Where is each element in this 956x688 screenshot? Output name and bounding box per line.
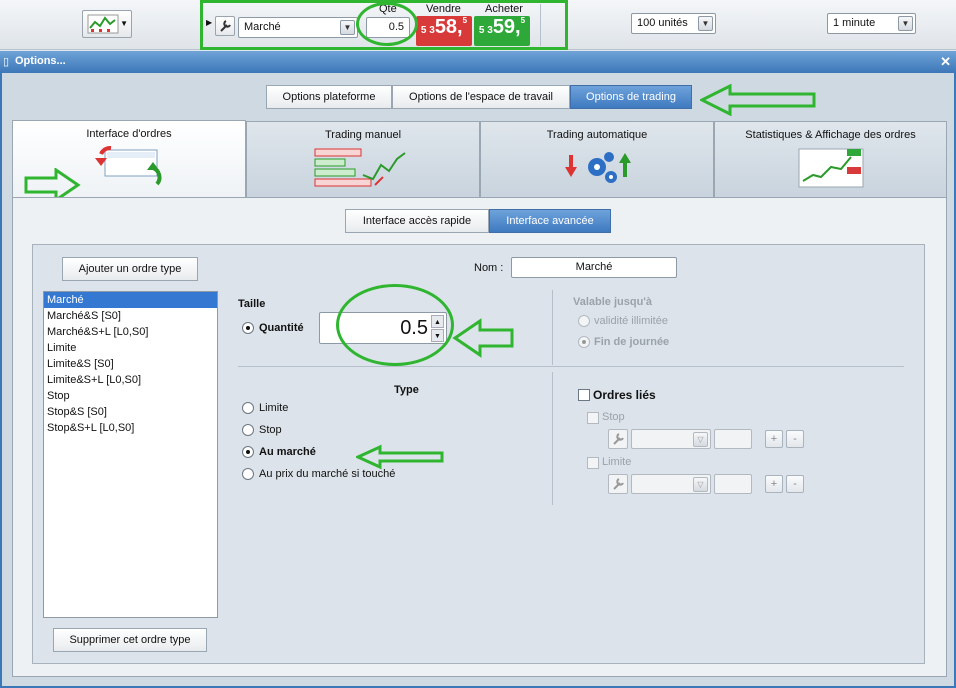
type-limite-radio[interactable] — [242, 402, 254, 414]
gears-icon — [565, 152, 631, 183]
type-stop-label: Stop — [259, 424, 282, 436]
type-au-marche-label: Au marché — [259, 446, 316, 458]
tab-label: Statistiques & Affichage des ordres — [745, 129, 916, 141]
taille-label: Taille — [238, 298, 266, 310]
validite-illimitee-label: validité illimitée — [594, 315, 668, 327]
tab-interface-avancee[interactable]: Interface avancée — [489, 209, 611, 233]
wrench-icon — [613, 478, 624, 490]
tab-interface-acces-rapide[interactable]: Interface accès rapide — [345, 209, 489, 233]
annotation-ellipse — [356, 2, 418, 46]
nom-label: Nom : — [474, 262, 504, 274]
chart-icon — [87, 14, 119, 34]
window-title: Options... — [15, 55, 66, 67]
annotation-ellipse — [336, 284, 454, 366]
stop-wrench-button[interactable] — [608, 429, 628, 449]
tab-label: Interface d'ordres — [86, 128, 172, 140]
units-value: 100 unités — [637, 17, 688, 29]
stop-type-select[interactable]: ▽ — [631, 429, 711, 449]
annotation-arrow — [700, 84, 816, 116]
chevron-down-icon: ▽ — [693, 432, 708, 447]
chart-style-button[interactable]: ▼ — [82, 10, 132, 38]
limite-minus-button[interactable]: - — [786, 475, 804, 493]
valable-label: Valable jusqu'à — [573, 296, 653, 308]
type-au-marche-radio[interactable] — [242, 446, 254, 458]
limite-checkbox[interactable] — [587, 457, 599, 469]
tab-statistiques[interactable]: Statistiques & Affichage des ordres — [714, 121, 947, 199]
window-icon: ▯ — [3, 56, 10, 68]
manual-trading-icon — [314, 148, 406, 187]
window-titlebar: ▯ Options... ✕ — [0, 51, 956, 73]
list-item[interactable]: Stop&S [S0] — [44, 404, 217, 420]
order-interface-icon — [95, 146, 162, 186]
tab-trading-automatique[interactable]: Trading automatique — [480, 121, 714, 199]
annotation-arrow — [356, 444, 444, 470]
limite-type-select[interactable]: ▽ — [631, 474, 711, 494]
fin-journee-label: Fin de journée — [594, 336, 670, 348]
quantite-radio[interactable] — [242, 322, 254, 334]
stop-checkbox[interactable] — [587, 412, 599, 424]
chevron-down-icon: ▼ — [898, 16, 913, 31]
close-icon[interactable]: ✕ — [940, 54, 951, 70]
stop-value-input[interactable] — [714, 429, 752, 449]
type-mit-radio[interactable] — [242, 468, 254, 480]
fin-journee-radio[interactable] — [578, 336, 590, 348]
chevron-down-icon: ▼ — [120, 19, 128, 28]
stop-plus-button[interactable]: + — [765, 430, 783, 448]
tab-label: Trading manuel — [324, 129, 402, 141]
tab-label: Trading automatique — [546, 129, 648, 141]
divider — [552, 290, 553, 365]
interval-select[interactable]: 1 minute ▼ — [827, 13, 916, 34]
list-item[interactable]: Stop — [44, 388, 217, 404]
statistics-chart-icon — [798, 148, 863, 188]
divider — [238, 366, 904, 367]
delete-order-type-button[interactable]: Supprimer cet ordre type — [53, 628, 207, 652]
wrench-icon — [613, 433, 624, 445]
limite-value-input[interactable] — [714, 474, 752, 494]
chevron-down-icon: ▼ — [698, 16, 713, 31]
type-limite-label: Limite — [259, 402, 289, 414]
list-item[interactable]: Limite&S [S0] — [44, 356, 217, 372]
ordres-lies-label: Ordres liés — [593, 388, 656, 402]
add-order-type-button[interactable]: Ajouter un ordre type — [62, 257, 198, 281]
list-item[interactable]: Marché&S+L [L0,S0] — [44, 324, 217, 340]
limite-wrench-button[interactable] — [608, 474, 628, 494]
chevron-down-icon: ▽ — [693, 477, 708, 492]
tab-trading-manuel[interactable]: Trading manuel — [246, 121, 480, 199]
type-label: Type — [394, 384, 419, 396]
list-item[interactable]: Limite&S+L [L0,S0] — [44, 372, 217, 388]
interval-value: 1 minute — [833, 17, 876, 29]
annotation-arrow — [452, 318, 514, 358]
list-item[interactable]: Marché — [44, 292, 217, 308]
tab-options-plateforme[interactable]: Options plateforme — [266, 85, 392, 109]
order-type-list[interactable]: Marché Marché&S [S0] Marché&S+L [L0,S0] Lim… — [43, 291, 218, 618]
stop-minus-button[interactable]: - — [786, 430, 804, 448]
tab-options-espace-travail[interactable]: Options de l'espace de travail — [392, 85, 570, 109]
divider — [552, 372, 553, 505]
list-item[interactable]: Limite — [44, 340, 217, 356]
list-item[interactable]: Marché&S [S0] — [44, 308, 217, 324]
quantite-label: Quantité — [259, 322, 304, 334]
list-item[interactable]: Stop&S+L [L0,S0] — [44, 420, 217, 436]
validite-illimitee-radio[interactable] — [578, 315, 590, 327]
units-select[interactable]: 100 unités ▼ — [631, 13, 716, 34]
stop-label: Stop — [602, 411, 625, 423]
ordres-lies-checkbox[interactable] — [578, 389, 590, 401]
limite-plus-button[interactable]: + — [765, 475, 783, 493]
limite-label: Limite — [602, 456, 632, 468]
tab-options-trading[interactable]: Options de trading — [570, 85, 692, 109]
type-stop-radio[interactable] — [242, 424, 254, 436]
nom-input[interactable]: Marché — [511, 257, 677, 278]
